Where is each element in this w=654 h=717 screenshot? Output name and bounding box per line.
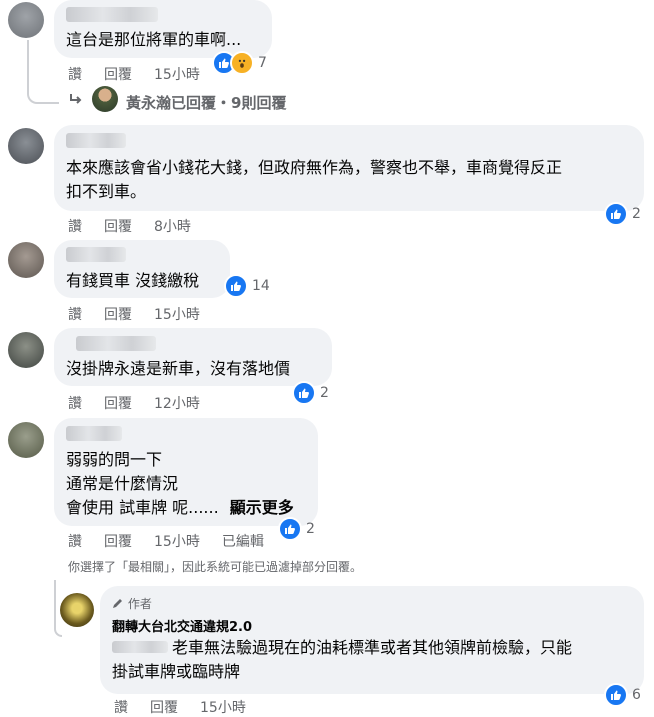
comment-text: 弱弱的問一下: [66, 450, 163, 469]
comment-text-truncated: 會使用 試車牌 呢......: [66, 498, 219, 517]
commenter-avatar[interactable]: [8, 242, 44, 278]
reply-button[interactable]: 回覆: [104, 219, 132, 235]
reply-author-name[interactable]: 翻轉大台北交通違規2.0: [112, 616, 252, 635]
like-button[interactable]: 讚: [114, 700, 128, 716]
comment-text: 有錢買車 沒錢繳稅: [66, 271, 200, 290]
pencil-icon: [113, 599, 122, 608]
reply-button[interactable]: 回覆: [150, 700, 178, 716]
commenter-name-blurred[interactable]: [66, 247, 126, 262]
commenter-avatar[interactable]: [8, 332, 44, 368]
commenter-name-blurred[interactable]: [66, 133, 126, 148]
comment-actions: 讚 回覆 15小時: [68, 64, 222, 84]
filter-notice: 你選擇了「最相關」，因此系統可能已過濾掉部分回覆。: [68, 560, 363, 574]
reply-button[interactable]: 回覆: [104, 396, 132, 412]
reaction-count: 2: [306, 521, 315, 537]
reply-button[interactable]: 回覆: [104, 307, 132, 323]
wow-reaction-icon: [230, 51, 254, 75]
comment-timestamp[interactable]: 15小時: [154, 534, 200, 550]
comment-text: 本來應該會省小錢花大錢，但政府無作為，警察也不舉，車商覺得反正: [66, 158, 563, 177]
reply-bubble: 作者 翻轉大台北交通違規2.0 老車無法驗過現在的油耗標準或者其他領牌前檢驗，只…: [100, 586, 644, 694]
comment-bubble: 本來應該會省小錢花大錢，但政府無作為，警察也不舉，車商覺得反正 扣不到車。: [54, 125, 644, 211]
reply-button[interactable]: 回覆: [104, 67, 132, 83]
commenter-name-blurred[interactable]: [76, 336, 156, 351]
edited-label: 已編輯: [221, 534, 264, 550]
like-button[interactable]: 讚: [68, 219, 82, 235]
like-button[interactable]: 讚: [68, 534, 82, 550]
like-reaction-icon: [604, 202, 628, 226]
page-avatar[interactable]: [60, 593, 94, 627]
reply-actions: 讚 回覆 15小時: [114, 697, 268, 717]
reaction-summary[interactable]: 14: [224, 274, 270, 298]
comment-text: 沒掛牌永遠是新車，沒有落地價: [66, 359, 291, 378]
reply-timestamp[interactable]: 15小時: [200, 700, 246, 716]
like-reaction-icon: [604, 683, 628, 707]
like-button[interactable]: 讚: [68, 67, 82, 83]
reaction-count: 7: [258, 55, 267, 71]
reaction-summary[interactable]: 6: [604, 683, 641, 707]
comment-text: 通常是什麼情況: [66, 474, 179, 493]
comment-actions: 讚 回覆 8小時: [68, 216, 213, 236]
author-badge: 作者: [112, 595, 152, 612]
comment-timestamp[interactable]: 15小時: [154, 307, 200, 323]
comment-timestamp[interactable]: 12小時: [154, 396, 200, 412]
reaction-count: 14: [252, 278, 270, 294]
reply-button[interactable]: 回覆: [104, 534, 132, 550]
mentioned-name-blurred[interactable]: [112, 641, 168, 653]
commenter-name-blurred[interactable]: [66, 426, 122, 441]
reply-text: 老車無法驗過現在的油耗標準或者其他領牌前檢驗，只能: [172, 638, 573, 657]
commenter-avatar[interactable]: [8, 2, 44, 38]
reaction-count: 2: [320, 385, 329, 401]
reaction-count: 2: [632, 206, 641, 222]
reaction-count: 6: [632, 687, 641, 703]
comment-text: 這台是那位將軍的車啊...: [66, 30, 242, 49]
view-replies-link[interactable]: 黃永瀚已回覆・9則回覆: [126, 92, 286, 113]
commenter-avatar[interactable]: [8, 128, 44, 164]
comment-bubble: 弱弱的問一下 通常是什麼情況 會使用 試車牌 呢...... 顯示更多: [54, 418, 318, 526]
replier-avatar: [92, 86, 118, 112]
commenter-avatar[interactable]: [8, 422, 44, 458]
like-reaction-icon: [224, 274, 248, 298]
comment-timestamp[interactable]: 8小時: [154, 219, 191, 235]
like-button[interactable]: 讚: [68, 396, 82, 412]
reply-arrow-icon: [68, 92, 84, 112]
comment-timestamp[interactable]: 15小時: [154, 67, 200, 83]
author-badge-label: 作者: [127, 597, 152, 611]
comment-actions: 讚 回覆 15小時: [68, 304, 222, 324]
comment-actions: 讚 回覆 15小時 已編輯: [68, 531, 286, 551]
comment-text: 會使用 試車牌 呢...... 顯示更多: [66, 496, 294, 520]
comment-actions: 讚 回覆 12小時: [68, 393, 222, 413]
comment-bubble: 這台是那位將軍的車啊...: [54, 0, 272, 58]
comment-bubble: 沒掛牌永遠是新車，沒有落地價: [54, 328, 332, 386]
reaction-summary[interactable]: 2: [292, 381, 329, 405]
commenter-name-blurred[interactable]: [66, 7, 158, 22]
reaction-summary[interactable]: 2: [604, 202, 641, 226]
like-button[interactable]: 讚: [68, 307, 82, 323]
reply-text: 掛試車牌或臨時牌: [112, 662, 241, 681]
like-reaction-icon: [292, 381, 316, 405]
comment-text: 扣不到車。: [66, 182, 147, 201]
thread-line: [27, 40, 59, 104]
see-more-link[interactable]: 顯示更多: [230, 498, 294, 517]
comment-bubble: 有錢買車 沒錢繳稅: [54, 240, 230, 298]
